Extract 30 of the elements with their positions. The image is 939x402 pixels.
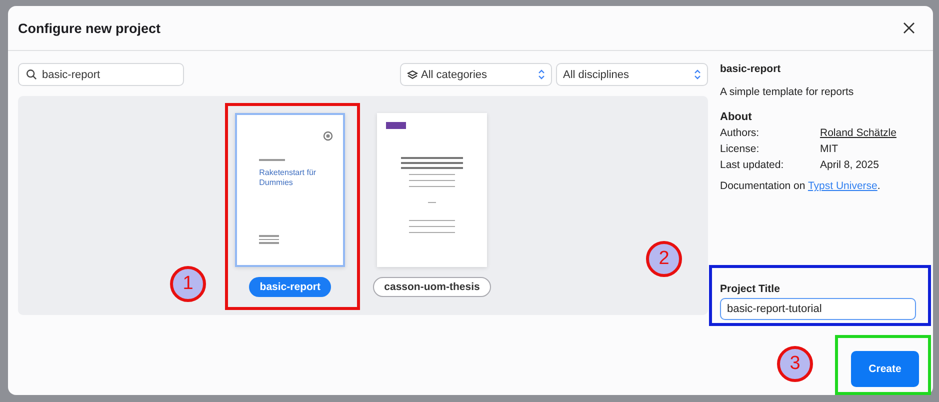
- template-preview[interactable]: [376, 113, 487, 267]
- text-line: [259, 159, 286, 161]
- template-preview[interactable]: Raketenstart für Dummies: [235, 113, 346, 267]
- logo-block: [386, 122, 406, 129]
- filter-dropdown[interactable]: All disciplines: [556, 63, 708, 86]
- documentation-text: Documentation on Typst Universe.: [720, 180, 882, 192]
- author-link[interactable]: Roland Schätzle: [820, 127, 896, 139]
- template-name-tag[interactable]: casson-uom-thesis: [373, 277, 491, 297]
- template-description: A simple template for reports: [720, 86, 855, 98]
- up-down-chevron-icon: [538, 69, 545, 80]
- about-heading: About: [720, 111, 753, 123]
- dialog-title: Configure new project: [18, 20, 161, 36]
- template-name-tag[interactable]: basic-report: [248, 277, 332, 297]
- filter-dropdown[interactable]: All categories: [400, 63, 552, 86]
- field-value: MIT: [820, 143, 840, 155]
- documentation-link[interactable]: Typst Universe: [808, 180, 878, 192]
- field-label: Authors:: [720, 127, 760, 139]
- seal-icon: [323, 131, 334, 141]
- field-value: April 8, 2025: [820, 159, 880, 171]
- create-button[interactable]: Create: [851, 351, 919, 387]
- search-field[interactable]: basic-report: [18, 63, 184, 86]
- template-name: basic-report: [720, 63, 782, 75]
- field-label: License:: [720, 143, 760, 155]
- project-title-label: Project Title: [720, 283, 781, 295]
- layers-icon: [407, 70, 418, 80]
- up-down-chevron-icon: [694, 69, 701, 80]
- text-lines: [259, 235, 280, 244]
- close-icon: [903, 22, 915, 34]
- project-title-field[interactable]: basic-report-tutorial: [720, 298, 916, 320]
- field-label: Last updated:: [720, 159, 785, 171]
